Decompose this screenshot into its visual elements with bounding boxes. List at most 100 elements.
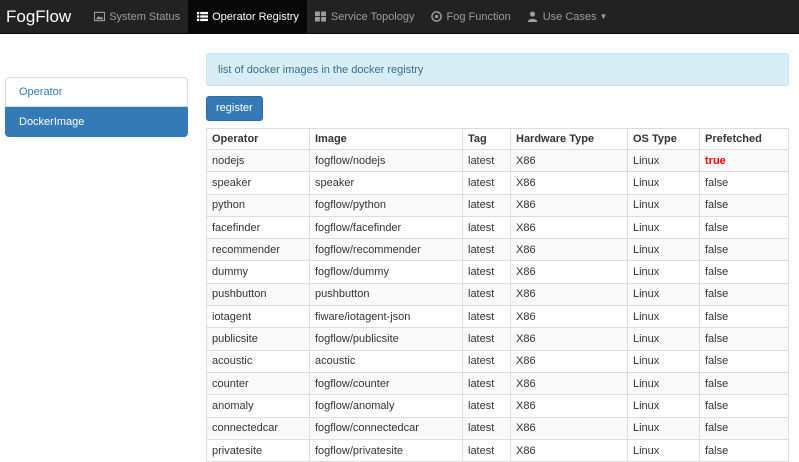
cell-tag: latest (462, 438, 511, 462)
nav-service-topology[interactable]: Service Topology (307, 0, 423, 33)
table-row[interactable]: recommender fogflow/recommender latest X86 L… (206, 238, 789, 262)
cell-hardware-type: X86 (510, 438, 628, 462)
cell-operator: iotagent (206, 305, 310, 329)
cell-image: fogflow/anomaly (309, 394, 463, 418)
column-header-image: Image (309, 128, 463, 150)
cell-hardware-type: X86 (510, 238, 628, 262)
docker-image-table: Operator Image Tag Hardware Type OS Type… (206, 128, 789, 462)
cell-os-type: Linux (627, 238, 700, 262)
nav-system-status[interactable]: System Status (85, 0, 188, 33)
nav-fog-function-label: Fog Function (446, 10, 511, 23)
cell-tag: latest (462, 148, 511, 173)
list-icon (196, 11, 208, 23)
cell-prefetched: false (699, 327, 789, 351)
cell-prefetched: false (699, 349, 789, 373)
sidebar-item-operator[interactable]: Operator (5, 77, 188, 107)
cell-hardware-type: X86 (510, 193, 628, 217)
cell-operator: speaker (206, 171, 310, 195)
cell-os-type: Linux (627, 193, 700, 217)
function-icon (431, 11, 443, 23)
cell-hardware-type: X86 (510, 327, 628, 351)
cell-image: speaker (309, 171, 463, 195)
table-row[interactable]: speaker speaker latest X86 Linux false (206, 171, 789, 195)
cell-os-type: Linux (627, 371, 700, 396)
table-header-row: Operator Image Tag Hardware Type OS Type… (206, 128, 789, 150)
sidebar: Operator DockerImage (5, 77, 188, 137)
cell-prefetched: false (699, 215, 789, 240)
info-alert: list of docker images in the docker regi… (206, 53, 789, 86)
table-row[interactable]: anomaly fogflow/anomaly latest X86 Linux fals… (206, 394, 789, 418)
nav-system-status-label: System Status (109, 10, 181, 23)
column-header-os-type: OS Type (627, 128, 700, 150)
cell-hardware-type: X86 (510, 371, 628, 396)
cell-operator: anomaly (206, 394, 310, 418)
cell-image: fogflow/recommender (309, 238, 463, 262)
column-header-tag: Tag (462, 128, 511, 150)
cell-hardware-type: X86 (510, 260, 628, 284)
cell-image: fogflow/python (309, 193, 463, 217)
cell-operator: counter (206, 371, 310, 396)
nav-fog-function[interactable]: Fog Function (423, 0, 519, 33)
cell-prefetched: false (699, 371, 789, 396)
table-row[interactable]: nodejs fogflow/nodejs latest X86 Linux true (206, 148, 789, 173)
cell-image: fogflow/connectedcar (309, 416, 463, 440)
cell-tag: latest (462, 327, 511, 351)
cell-image: fiware/iotagent-json (309, 305, 463, 329)
cell-os-type: Linux (627, 416, 700, 440)
main-content: list of docker images in the docker regi… (206, 53, 789, 462)
cell-tag: latest (462, 215, 511, 240)
cell-os-type: Linux (627, 305, 700, 329)
cell-image: fogflow/privatesite (309, 438, 463, 462)
cell-tag: latest (462, 416, 511, 440)
table-row[interactable]: dummy fogflow/dummy latest X86 Linux false (206, 260, 789, 284)
cell-image: fogflow/counter (309, 371, 463, 396)
cell-prefetched: false (699, 260, 789, 284)
cell-tag: latest (462, 371, 511, 396)
cell-hardware-type: X86 (510, 148, 628, 173)
table-row[interactable]: publicsite fogflow/publicsite latest X86 Lin… (206, 327, 789, 351)
table-row[interactable]: connectedcar fogflow/connectedcar latest X8… (206, 416, 789, 440)
cell-image: pushbutton (309, 282, 463, 307)
nav-operator-registry[interactable]: Operator Registry (188, 0, 307, 33)
cell-operator: connectedcar (206, 416, 310, 440)
cell-image: fogflow/nodejs (309, 148, 463, 173)
table-row[interactable]: counter fogflow/counter latest X86 Linux fals… (206, 371, 789, 396)
table-row[interactable]: facefinder fogflow/facefinder latest X86 Lin… (206, 215, 789, 240)
cell-hardware-type: X86 (510, 416, 628, 440)
cell-os-type: Linux (627, 282, 700, 307)
cell-tag: latest (462, 171, 511, 195)
sidebar-item-dockerimage[interactable]: DockerImage (5, 107, 188, 137)
column-header-prefetched: Prefetched (699, 128, 789, 150)
cell-hardware-type: X86 (510, 305, 628, 329)
cell-tag: latest (462, 260, 511, 284)
cell-hardware-type: X86 (510, 394, 628, 418)
table-row[interactable]: iotagent fiware/iotagent-json latest X86 Lin… (206, 305, 789, 329)
cell-tag: latest (462, 193, 511, 217)
cell-os-type: Linux (627, 327, 700, 351)
table-row[interactable]: acoustic acoustic latest X86 Linux false (206, 349, 789, 373)
nav-service-topology-label: Service Topology (330, 10, 415, 23)
cell-operator: privatesite (206, 438, 310, 462)
cell-operator: python (206, 193, 310, 217)
cell-operator: nodejs (206, 148, 310, 173)
cell-operator: recommender (206, 238, 310, 262)
cell-prefetched: false (699, 171, 789, 195)
table-row[interactable]: python fogflow/python latest X86 Linux false (206, 193, 789, 217)
register-button[interactable]: register (206, 96, 263, 121)
cell-os-type: Linux (627, 148, 700, 173)
nav-use-cases-label: Use Cases (542, 10, 597, 23)
cell-prefetched: false (699, 238, 789, 262)
brand-logo[interactable]: FogFlow (0, 0, 85, 33)
column-header-hardware-type: Hardware Type (510, 128, 628, 150)
cell-prefetched: false (699, 305, 789, 329)
cell-tag: latest (462, 394, 511, 418)
cell-image: fogflow/dummy (309, 260, 463, 284)
column-header-operator: Operator (206, 128, 310, 150)
cell-hardware-type: X86 (510, 171, 628, 195)
cell-hardware-type: X86 (510, 282, 628, 307)
cell-operator: dummy (206, 260, 310, 284)
table-row[interactable]: pushbutton pushbutton latest X86 Linux false (206, 282, 789, 307)
table-row[interactable]: privatesite fogflow/privatesite latest X86 L… (206, 438, 789, 462)
cell-prefetched: false (699, 282, 789, 307)
nav-use-cases-dropdown[interactable]: Use Cases ▼ (519, 0, 616, 33)
